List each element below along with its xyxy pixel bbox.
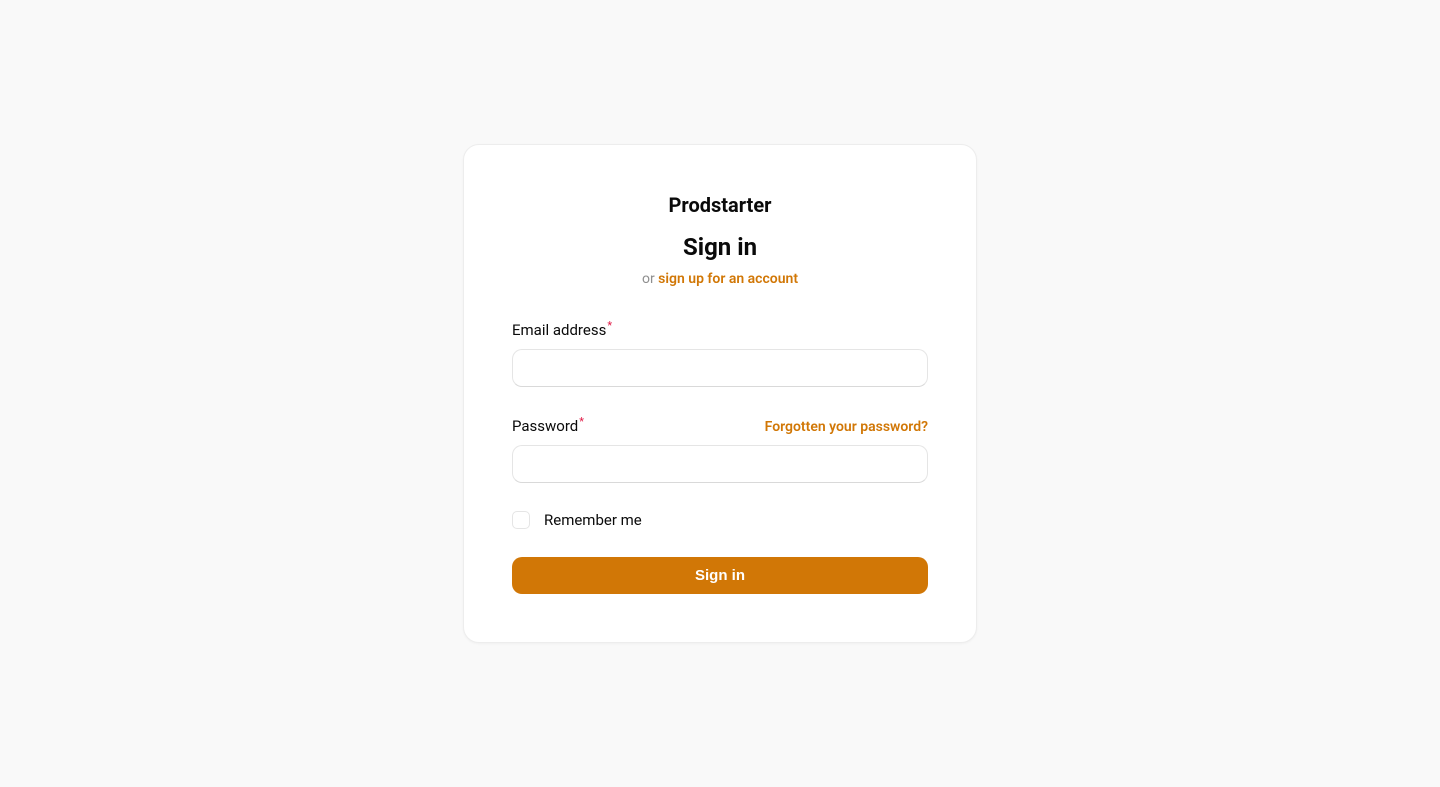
email-input[interactable] bbox=[512, 349, 928, 387]
remember-label[interactable]: Remember me bbox=[544, 511, 642, 529]
remember-row: Remember me bbox=[512, 511, 928, 529]
password-input[interactable] bbox=[512, 445, 928, 483]
password-label-row: Password* Forgotten your password? bbox=[512, 415, 928, 435]
card-header: Prodstarter Sign in or sign up for an ac… bbox=[512, 193, 928, 287]
email-label-text: Email address bbox=[512, 321, 606, 339]
email-label: Email address* bbox=[512, 319, 612, 339]
page-title: Sign in bbox=[512, 233, 928, 261]
required-mark: * bbox=[579, 415, 584, 428]
subline-prefix: or bbox=[642, 271, 658, 287]
email-label-row: Email address* bbox=[512, 319, 928, 339]
signin-button[interactable]: Sign in bbox=[512, 557, 928, 594]
subline: or sign up for an account bbox=[512, 271, 928, 287]
password-label: Password* bbox=[512, 415, 584, 435]
required-mark: * bbox=[607, 319, 612, 332]
brand-name: Prodstarter bbox=[512, 193, 928, 217]
password-label-text: Password bbox=[512, 417, 578, 435]
email-field-group: Email address* bbox=[512, 319, 928, 387]
password-field-group: Password* Forgotten your password? bbox=[512, 415, 928, 483]
signup-link[interactable]: sign up for an account bbox=[658, 271, 798, 287]
signin-card: Prodstarter Sign in or sign up for an ac… bbox=[463, 144, 977, 643]
remember-checkbox[interactable] bbox=[512, 511, 530, 529]
forgot-password-link[interactable]: Forgotten your password? bbox=[765, 419, 928, 435]
